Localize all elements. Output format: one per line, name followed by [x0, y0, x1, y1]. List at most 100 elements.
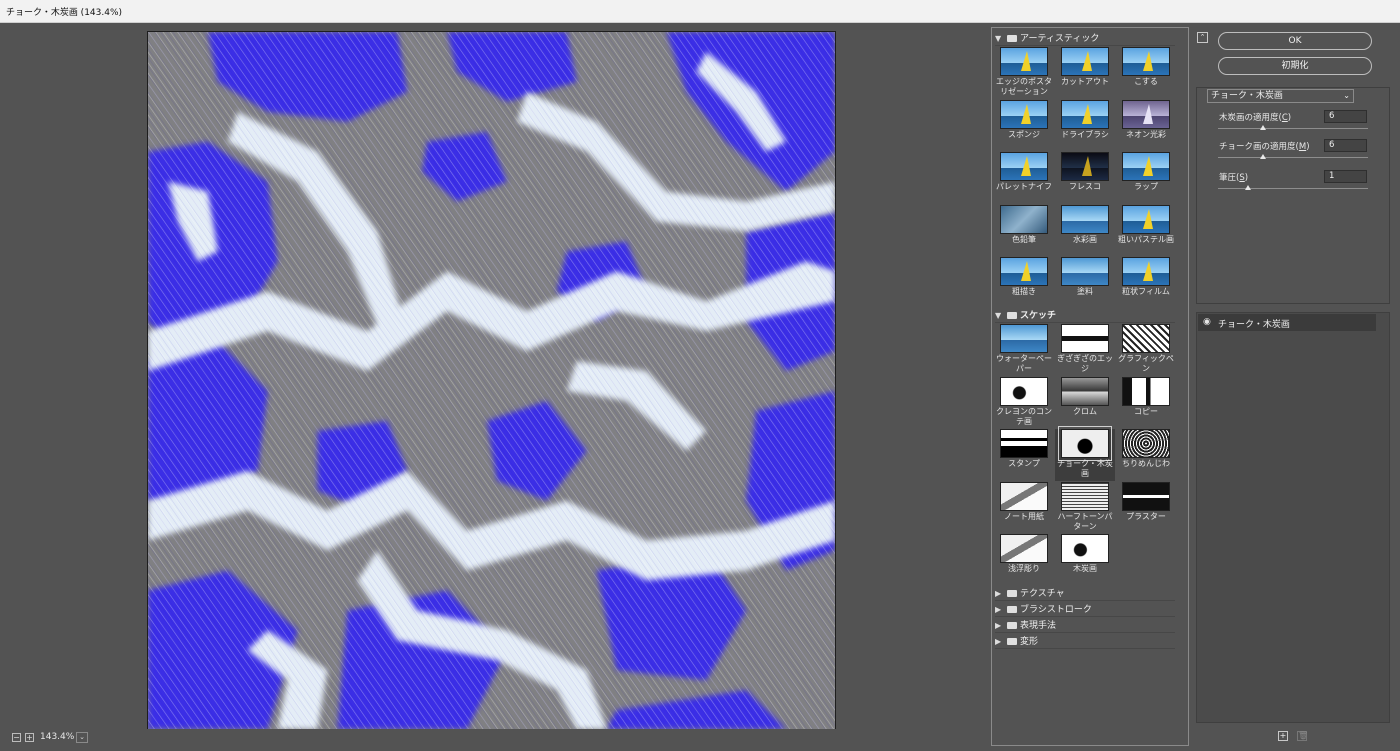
- category-label: テクスチャ: [1020, 589, 1065, 599]
- filter-thumb[interactable]: 水彩画: [1055, 204, 1115, 257]
- filter-thumb-label: 粗いパステル画: [1118, 234, 1174, 244]
- delete-effect-layer-button[interactable]: 🗑: [1297, 731, 1308, 741]
- filter-thumb[interactable]: ドライブラシ: [1055, 99, 1115, 152]
- filter-thumb[interactable]: 浅浮彫り: [994, 534, 1054, 586]
- filter-thumb[interactable]: パレットナイフ: [994, 152, 1054, 204]
- filter-thumb[interactable]: グラフィックペン: [1116, 324, 1176, 376]
- filter-thumb[interactable]: ぎざぎざのエッジ: [1055, 324, 1115, 376]
- filter-thumb-label: 塗料: [1077, 287, 1093, 296]
- filter-thumb-label: クレヨンのコンテ画: [996, 406, 1052, 426]
- filter-thumb[interactable]: フレスコ: [1055, 152, 1115, 204]
- filter-thumb[interactable]: ネオン光彩: [1116, 99, 1176, 152]
- filter-thumbnail-image: [1000, 257, 1048, 286]
- title-bar: チョーク・木炭画 (143.4%): [0, 0, 1400, 23]
- filter-thumb[interactable]: ハーフトーンパターン: [1055, 481, 1115, 534]
- preview-area[interactable]: [0, 23, 985, 730]
- filter-thumb[interactable]: 粗描き: [994, 257, 1054, 309]
- filter-thumbnail-image: [1122, 257, 1170, 286]
- filter-thumbnail-image: [1000, 534, 1048, 563]
- window-title: チョーク・木炭画 (143.4%): [6, 8, 123, 18]
- filter-thumbnail-image: [1061, 376, 1109, 406]
- filter-thumb[interactable]: チョーク・木炭画: [1055, 426, 1115, 481]
- zoom-dropdown[interactable]: ⌄: [76, 732, 88, 743]
- folder-icon: [1007, 312, 1017, 319]
- filter-thumb[interactable]: ウォーターペーパー: [994, 324, 1054, 376]
- zoom-in-button[interactable]: +: [25, 733, 34, 742]
- filter-thumb[interactable]: ラップ: [1116, 152, 1176, 204]
- category-distort[interactable]: ▶ 変形: [995, 634, 1175, 649]
- filter-thumb-label: スタンプ: [1008, 459, 1040, 468]
- filter-thumb-label: エッジのポスタリゼーション: [996, 77, 1052, 96]
- filter-thumb-label: ぎざぎざのエッジ: [1057, 354, 1113, 373]
- filter-thumb-label: クロム: [1073, 406, 1097, 416]
- filter-thumb[interactable]: クレヨンのコンテ画: [994, 376, 1054, 429]
- filter-thumb-label: プラスター: [1126, 511, 1166, 521]
- filter-gallery: ▼ アーティスティック ▼ スケッチ ▶ テクスチャ ▶ ブラシストローク ▶ 表現手法 …: [991, 27, 1189, 746]
- filter-thumb[interactable]: 塗料: [1055, 257, 1115, 309]
- filter-select-value: チョーク・木炭画: [1211, 91, 1283, 101]
- filter-thumb[interactable]: クロム: [1055, 376, 1115, 429]
- filter-thumb-label: カットアウト: [1061, 77, 1109, 86]
- param-value-input[interactable]: 6: [1324, 139, 1367, 152]
- filter-thumb[interactable]: 色鉛筆: [994, 204, 1054, 257]
- param-value-input[interactable]: 1: [1324, 170, 1367, 183]
- filter-thumb-label: ドライブラシ: [1061, 129, 1109, 139]
- filter-select[interactable]: チョーク・木炭画 ⌄: [1207, 89, 1354, 103]
- category-label: ブラシストローク: [1020, 605, 1092, 615]
- filter-thumb-label: 粒状フィルム: [1122, 287, 1170, 296]
- param-slider[interactable]: [1218, 188, 1368, 189]
- filter-thumb-label: 水彩画: [1073, 234, 1097, 244]
- filter-thumb-label: フレスコ: [1069, 182, 1101, 191]
- filter-thumb-label: 木炭画: [1073, 564, 1097, 573]
- filter-thumb[interactable]: カットアウト: [1055, 47, 1115, 99]
- filter-thumb[interactable]: 粗いパステル画: [1116, 204, 1176, 257]
- param-slider-thumb[interactable]: [1260, 154, 1266, 159]
- filter-thumbnail-image: [1000, 324, 1048, 353]
- filter-thumb[interactable]: 粒状フィルム: [1116, 257, 1176, 309]
- filter-thumb[interactable]: エッジのポスタリゼーション: [994, 47, 1054, 99]
- effect-layer-row[interactable]: ◉ チョーク・木炭画: [1198, 314, 1376, 331]
- filter-thumb[interactable]: ノート用紙: [994, 481, 1054, 534]
- param-slider-thumb[interactable]: [1245, 185, 1251, 190]
- reset-button[interactable]: 初期化: [1218, 57, 1372, 75]
- filter-thumbnail-image: [1122, 99, 1170, 129]
- preview-image[interactable]: [147, 31, 836, 730]
- folder-icon: [1007, 622, 1017, 629]
- category-texture[interactable]: ▶ テクスチャ: [995, 586, 1175, 601]
- param-value-input[interactable]: 6: [1324, 110, 1367, 123]
- category-label: 変形: [1020, 637, 1039, 647]
- filter-thumb[interactable]: ちりめんじわ: [1116, 429, 1176, 481]
- new-effect-layer-button[interactable]: +: [1278, 731, 1288, 741]
- filter-thumbnail-image: [1122, 204, 1170, 234]
- eye-icon[interactable]: ◉: [1203, 317, 1211, 327]
- category-label: アーティスティック: [1020, 34, 1100, 44]
- param-slider[interactable]: [1218, 128, 1368, 129]
- triangle-down-icon: ▼: [995, 34, 1002, 43]
- filter-thumb-label: チョーク・木炭画: [1057, 459, 1113, 478]
- filter-thumbnail-image: [1000, 152, 1048, 181]
- collapse-gallery-button[interactable]: ⌃: [1197, 32, 1208, 43]
- category-brush-strokes[interactable]: ▶ ブラシストローク: [995, 602, 1175, 617]
- param-slider-thumb[interactable]: [1260, 125, 1266, 130]
- filter-thumbnail-image: [1061, 481, 1109, 511]
- filter-thumbnail-image: [1061, 204, 1109, 234]
- filter-thumb[interactable]: プラスター: [1116, 481, 1176, 534]
- param-slider[interactable]: [1218, 157, 1368, 158]
- category-stylize[interactable]: ▶ 表現手法: [995, 618, 1175, 633]
- filter-thumb[interactable]: 木炭画: [1055, 534, 1115, 586]
- filter-thumb[interactable]: コピー: [1116, 376, 1176, 429]
- category-artistic[interactable]: ▼ アーティスティック: [995, 31, 1175, 46]
- ok-button[interactable]: OK: [1218, 32, 1372, 50]
- filter-thumb[interactable]: スポンジ: [994, 99, 1054, 152]
- filter-thumbnail-image: [1122, 481, 1170, 511]
- folder-icon: [1007, 606, 1017, 613]
- category-sketch[interactable]: ▼ スケッチ: [995, 308, 1175, 323]
- layers-scrollbar[interactable]: [1380, 316, 1388, 720]
- param-label: チョーク画の適用度(M): [1219, 142, 1310, 152]
- effect-layers-panel: [1196, 312, 1390, 723]
- filter-thumbnail-image: [1000, 204, 1048, 234]
- filter-thumbnail-image: [1061, 324, 1109, 353]
- filter-thumb[interactable]: こする: [1116, 47, 1176, 99]
- filter-thumb[interactable]: スタンプ: [994, 429, 1054, 481]
- zoom-out-button[interactable]: −: [12, 733, 21, 742]
